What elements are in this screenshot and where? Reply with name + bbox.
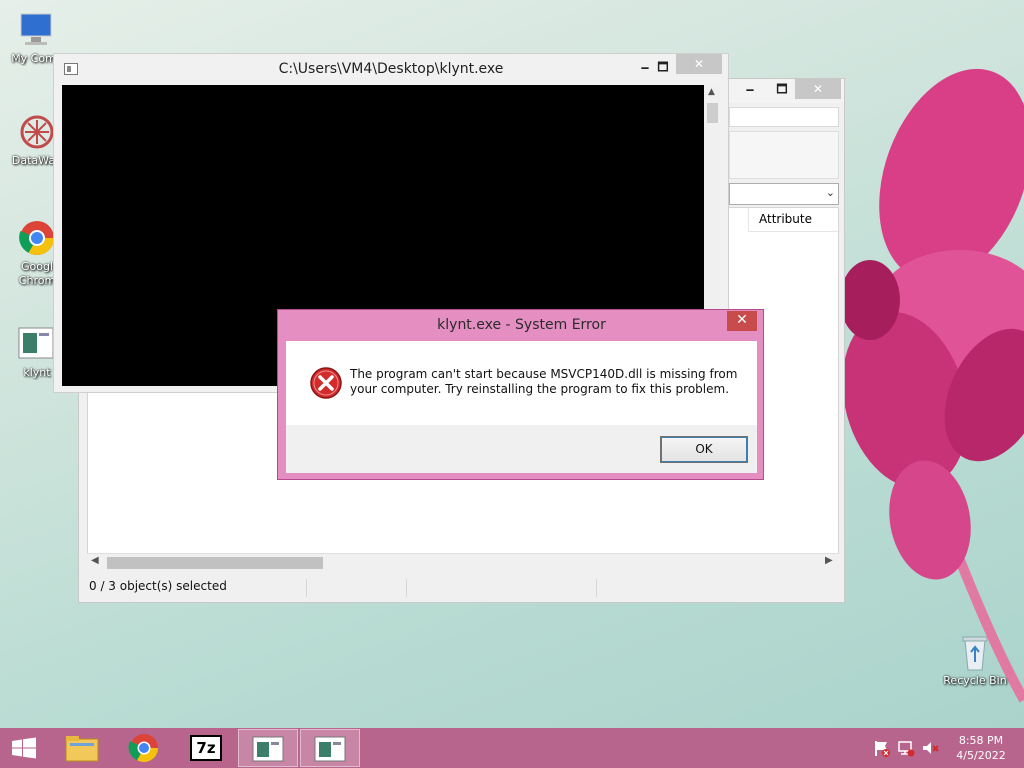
maximize-button[interactable]: 🗖 <box>767 79 797 99</box>
error-icon <box>310 367 342 399</box>
datawag-icon <box>17 112 57 152</box>
desktop-icon-recycle-bin[interactable]: Recycle Bin <box>938 632 1012 688</box>
recycle-bin-icon <box>955 632 995 672</box>
taskbar-chrome[interactable] <box>114 729 174 767</box>
close-button[interactable]: ✕ <box>727 311 757 331</box>
toolbar-area <box>729 131 839 179</box>
view-dropdown[interactable]: ⌄ <box>729 183 839 205</box>
status-cell <box>307 579 407 597</box>
console-titlebar[interactable]: C:\Users\VM4\Desktop\klynt.exe 🗕 🗖 ✕ <box>54 54 728 84</box>
status-cell <box>79 579 307 597</box>
volume-muted-icon[interactable] <box>920 738 940 758</box>
maximize-button[interactable]: 🗖 <box>648 57 678 77</box>
address-bar[interactable] <box>729 107 839 127</box>
clock-time: 8:58 PM <box>958 734 1004 747</box>
minimize-button[interactable]: 🗕 <box>735 79 765 99</box>
taskbar-file-explorer[interactable] <box>52 729 112 767</box>
taskbar: 7z 8:58 PM 4/5/2022 <box>0 728 1024 768</box>
taskbar-7zip[interactable]: 7z <box>176 729 236 767</box>
7zip-icon-label: 7z <box>196 739 216 757</box>
taskbar-app-window[interactable] <box>300 729 360 767</box>
scroll-left-icon[interactable]: ◀ <box>91 555 99 566</box>
status-cell <box>407 579 597 597</box>
windows-logo-icon <box>12 737 36 759</box>
horizontal-scrollbar[interactable]: ◀ ▶ <box>87 553 839 571</box>
ok-button[interactable]: OK <box>660 436 748 463</box>
scrollbar-thumb[interactable] <box>107 557 323 569</box>
chevron-down-icon: ⌄ <box>825 186 835 199</box>
app-window-icon <box>252 736 284 762</box>
network-icon[interactable] <box>896 738 916 758</box>
file-explorer-icon <box>65 736 99 762</box>
status-bar: 0 / 3 object(s) selected <box>79 575 844 601</box>
system-clock[interactable]: 8:58 PM 4/5/2022 <box>950 733 1012 763</box>
dialog-body: The program can't start because MSVCP140… <box>286 341 757 473</box>
taskbar-app-window[interactable] <box>238 729 298 767</box>
desktop-icon-label: Googl Chrom <box>18 260 56 287</box>
computer-icon <box>17 10 57 50</box>
desktop-icon-label: Recycle Bin <box>943 674 1007 687</box>
error-message: The program can't start because MSVCP140… <box>350 367 738 396</box>
scroll-right-icon[interactable]: ▶ <box>825 555 833 566</box>
message-area: The program can't start because MSVCP140… <box>286 341 757 425</box>
scroll-up-icon[interactable]: ▲ <box>708 87 715 97</box>
close-button[interactable]: ✕ <box>795 79 841 99</box>
action-center-flag-icon[interactable] <box>872 738 892 758</box>
application-icon <box>17 324 57 364</box>
dialog-title: klynt.exe - System Error <box>437 317 606 333</box>
chrome-icon <box>128 734 158 762</box>
app-window-icon <box>314 736 346 762</box>
close-button[interactable]: ✕ <box>676 54 722 74</box>
console-title: C:\Users\VM4\Desktop\klynt.exe <box>278 61 504 77</box>
clock-date: 4/5/2022 <box>956 749 1006 762</box>
chrome-icon <box>17 218 57 258</box>
column-header-attribute[interactable]: Attribute <box>748 208 840 232</box>
scrollbar-thumb[interactable] <box>707 103 718 123</box>
start-button[interactable] <box>0 728 48 768</box>
7zip-icon: 7z <box>190 735 222 761</box>
system-error-dialog[interactable]: klynt.exe - System Error ✕ The program c… <box>277 309 764 480</box>
